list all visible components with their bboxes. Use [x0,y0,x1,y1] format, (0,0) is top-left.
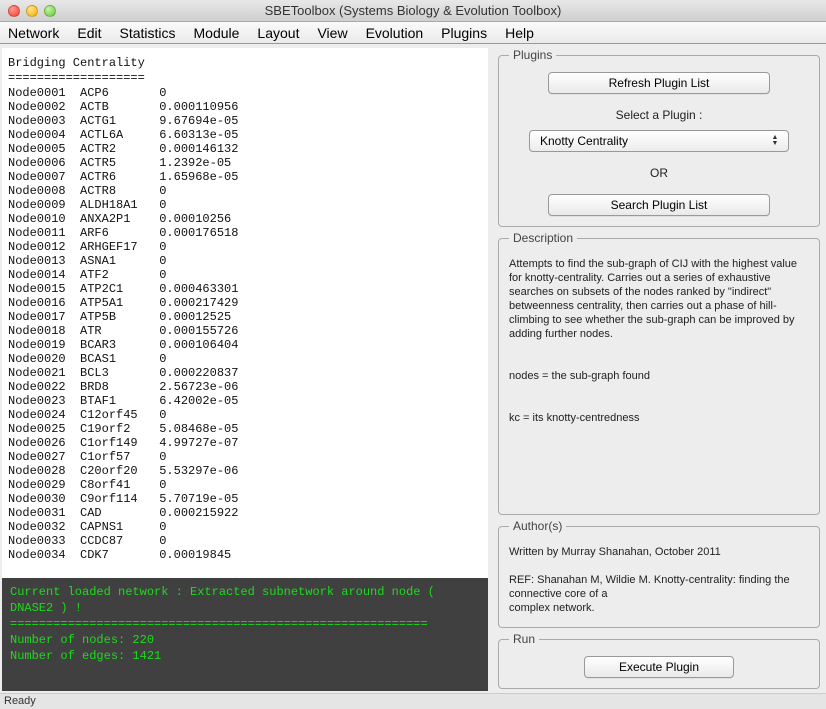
data-row: Node0024 C12orf45 0 [8,408,482,422]
author-panel: Author(s) Written by Murray Shanahan, Oc… [498,519,820,628]
data-row: Node0018 ATR 0.000155726 [8,324,482,338]
menu-module[interactable]: Module [194,25,240,41]
menu-edit[interactable]: Edit [77,25,101,41]
desc-paragraph: nodes = the sub-graph found [509,369,805,383]
data-output-pane[interactable]: Bridging Centrality =================== … [2,48,488,578]
data-row: Node0002 ACTB 0.000110956 [8,100,482,114]
data-row: Node0011 ARF6 0.000176518 [8,226,482,240]
execute-plugin-button[interactable]: Execute Plugin [584,656,734,678]
data-heading: Bridging Centrality [8,56,482,70]
data-row: Node0012 ARHGEF17 0 [8,240,482,254]
console-edges: Number of edges: 1421 [10,648,480,664]
console-pane[interactable]: Current loaded network : Extracted subne… [2,578,488,691]
data-row: Node0029 C8orf41 0 [8,478,482,492]
data-row: Node0023 BTAF1 6.42002e-05 [8,394,482,408]
menu-network[interactable]: Network [8,25,59,41]
data-row: Node0016 ATP5A1 0.000217429 [8,296,482,310]
data-row: Node0003 ACTG1 9.67694e-05 [8,114,482,128]
run-panel: Run Execute Plugin [498,632,820,689]
left-column: Bridging Centrality =================== … [0,44,488,693]
or-label: OR [509,166,809,180]
data-row: Node0025 C19orf2 5.08468e-05 [8,422,482,436]
data-row: Node0031 CAD 0.000215922 [8,506,482,520]
description-legend: Description [509,231,577,245]
data-row: Node0017 ATP5B 0.00012525 [8,310,482,324]
search-plugin-button[interactable]: Search Plugin List [548,194,770,216]
menu-evolution[interactable]: Evolution [366,25,424,41]
desc-paragraph: Attempts to find the sub-graph of CIJ wi… [509,257,805,341]
data-row: Node0010 ANXA2P1 0.00010256 [8,212,482,226]
data-row: Node0008 ACTR8 0 [8,184,482,198]
status-bar: Ready [0,693,826,709]
console-nodes: Number of nodes: 220 [10,632,480,648]
close-icon[interactable] [8,5,20,17]
run-legend: Run [509,632,539,646]
author-line: complex network. [509,601,805,615]
console-line: DNASE2 ) ! [10,600,480,616]
console-divider: ========================================… [10,616,480,632]
window-controls [8,5,56,17]
window-titlebar: SBEToolbox (Systems Biology & Evolution … [0,0,826,22]
description-text[interactable]: Attempts to find the sub-graph of CIJ wi… [509,255,809,455]
menu-layout[interactable]: Layout [257,25,299,41]
data-row: Node0019 BCAR3 0.000106404 [8,338,482,352]
data-row: Node0005 ACTR2 0.000146132 [8,142,482,156]
right-column: Plugins Refresh Plugin List Select a Plu… [488,44,826,693]
console-line: Current loaded network : Extracted subne… [10,584,480,600]
data-row: Node0004 ACTL6A 6.60313e-05 [8,128,482,142]
desc-paragraph: kc = its knotty-centredness [509,411,805,425]
data-row: Node0020 BCAS1 0 [8,352,482,366]
menu-plugins[interactable]: Plugins [441,25,487,41]
data-row: Node0007 ACTR6 1.65968e-05 [8,170,482,184]
select-plugin-label: Select a Plugin : [509,108,809,122]
data-row: Node0001 ACP6 0 [8,86,482,100]
data-row: Node0014 ATF2 0 [8,268,482,282]
updown-icon: ▲▼ [768,135,782,147]
plugins-legend: Plugins [509,48,556,62]
refresh-plugin-button[interactable]: Refresh Plugin List [548,72,770,94]
window-title: SBEToolbox (Systems Biology & Evolution … [0,3,826,18]
minimize-icon[interactable] [26,5,38,17]
data-row: Node0009 ALDH18A1 0 [8,198,482,212]
data-row: Node0015 ATP2C1 0.000463301 [8,282,482,296]
data-row: Node0013 ASNA1 0 [8,254,482,268]
data-divider: =================== [8,71,482,85]
menu-view[interactable]: View [317,25,347,41]
author-line: REF: Shanahan M, Wildie M. Knotty-centra… [509,573,805,601]
menubar: Network Edit Statistics Module Layout Vi… [0,22,826,44]
data-row: Node0028 C20orf20 5.53297e-06 [8,464,482,478]
author-text[interactable]: Written by Murray Shanahan, October 2011… [509,543,809,617]
data-row: Node0006 ACTR5 1.2392e-05 [8,156,482,170]
author-line: Written by Murray Shanahan, October 2011 [509,545,805,559]
plugin-select-value: Knotty Centrality [540,134,768,148]
description-panel: Description Attempts to find the sub-gra… [498,231,820,515]
plugins-panel: Plugins Refresh Plugin List Select a Plu… [498,48,820,227]
data-row: Node0030 C9orf114 5.70719e-05 [8,492,482,506]
data-row: Node0022 BRD8 2.56723e-06 [8,380,482,394]
menu-help[interactable]: Help [505,25,534,41]
main-area: Bridging Centrality =================== … [0,44,826,693]
data-row: Node0033 CCDC87 0 [8,534,482,548]
data-row: Node0021 BCL3 0.000220837 [8,366,482,380]
data-row: Node0026 C1orf149 4.99727e-07 [8,436,482,450]
zoom-icon[interactable] [44,5,56,17]
author-legend: Author(s) [509,519,566,533]
data-row: Node0032 CAPNS1 0 [8,520,482,534]
data-row: Node0034 CDK7 0.00019845 [8,548,482,562]
menu-statistics[interactable]: Statistics [119,25,175,41]
data-row: Node0027 C1orf57 0 [8,450,482,464]
data-rows: Node0001 ACP6 0Node0002 ACTB 0.000110956… [8,86,482,562]
plugin-select[interactable]: Knotty Centrality ▲▼ [529,130,789,152]
